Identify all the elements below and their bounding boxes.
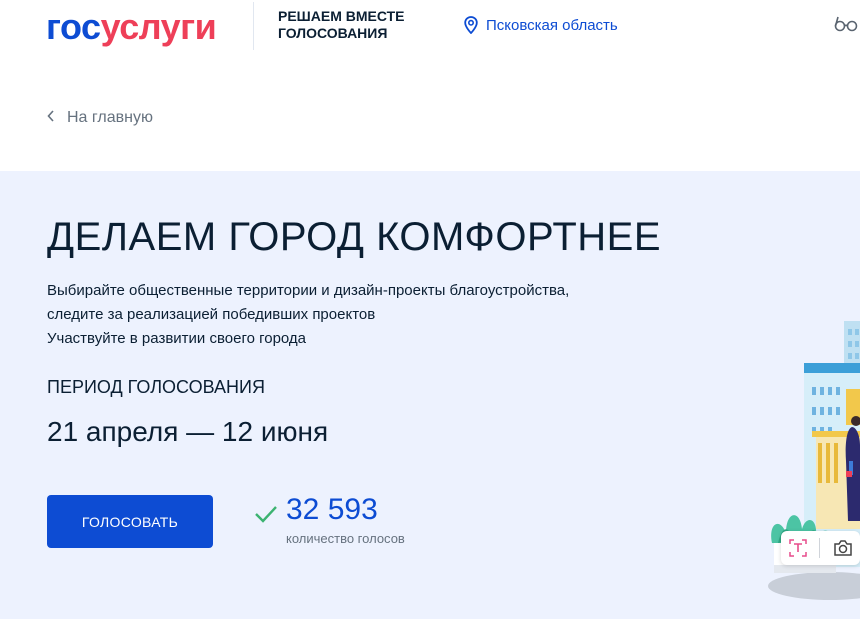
chevron-left-icon — [47, 109, 55, 127]
back-link-label: На главную — [67, 109, 153, 126]
hero-description-line: следите за реализацией победивших проект… — [47, 306, 376, 323]
checkmark-icon — [254, 505, 278, 528]
screenshot-toolbar — [781, 531, 860, 565]
hero-description-line: Участвуйте в развитии своего города — [47, 330, 307, 347]
back-to-main-link[interactable]: На главную — [47, 109, 153, 127]
votes-caption: количество голосов — [286, 531, 405, 546]
gosuslugi-logo[interactable]: госуслуги — [46, 6, 217, 48]
glasses-icon[interactable] — [834, 14, 860, 39]
project-name-line1: РЕШАЕМ ВМЕСТЕ — [278, 8, 405, 24]
hero-description: Выбирайте общественные территории и диза… — [47, 279, 569, 351]
project-name-line2: ГОЛОСОВАНИЯ — [278, 25, 388, 41]
vote-button[interactable]: ГОЛОСОВАТЬ — [47, 495, 213, 548]
hero-description-line: Выбирайте общественные территории и диза… — [47, 282, 570, 299]
page-title: ДЕЛАЕМ ГОРОД КОМФОРТНЕЕ — [47, 215, 661, 259]
region-selector[interactable]: Псковская область — [464, 16, 618, 34]
breadcrumb: На главную — [0, 68, 860, 171]
hero-banner: ДЕЛАЕМ ГОРОД КОМФОРТНЕЕ Выбирайте общест… — [0, 171, 860, 619]
header-divider — [253, 2, 254, 50]
project-name[interactable]: РЕШАЕМ ВМЕСТЕ ГОЛОСОВАНИЯ — [278, 8, 405, 42]
text-select-icon[interactable] — [787, 537, 809, 559]
voting-period-dates: 21 апреля — 12 июня — [47, 416, 329, 447]
voting-period-label: ПЕРИОД ГОЛОСОВАНИЯ — [47, 377, 265, 397]
toolbar-divider — [819, 538, 820, 558]
location-pin-icon — [464, 16, 478, 34]
city-illustration — [768, 321, 860, 600]
site-header: госуслуги РЕШАЕМ ВМЕСТЕ ГОЛОСОВАНИЯ Пско… — [0, 0, 860, 68]
region-name: Псковская область — [486, 16, 618, 34]
camera-icon[interactable] — [832, 537, 854, 559]
votes-count: 32 593 — [286, 493, 378, 526]
